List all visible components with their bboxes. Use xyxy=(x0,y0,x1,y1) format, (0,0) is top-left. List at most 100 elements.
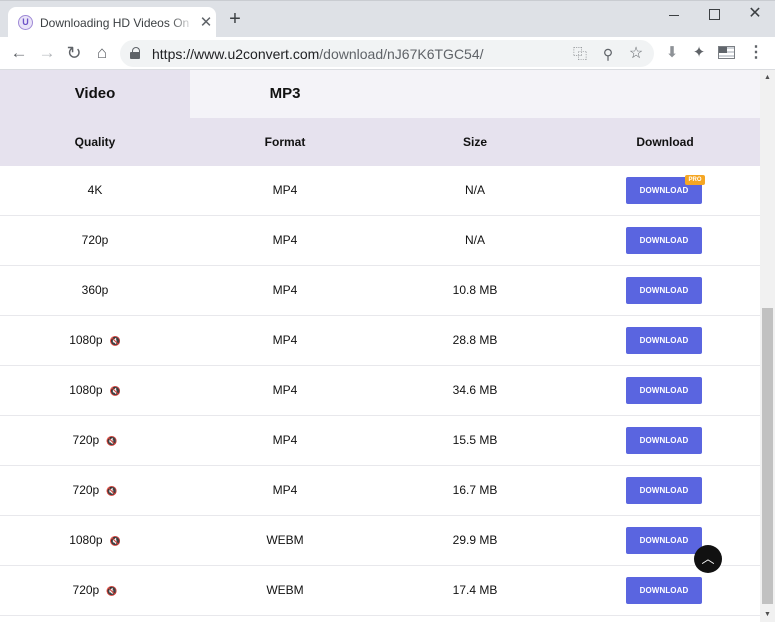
lock-icon[interactable] xyxy=(130,47,140,59)
table-header: Quality Format Size Download xyxy=(0,118,760,166)
close-tab-icon[interactable]: ✕ xyxy=(198,15,214,31)
muted-speaker-icon: 🔇 xyxy=(109,386,121,396)
pro-badge: PRO xyxy=(685,175,705,185)
size-cell: N/A xyxy=(464,233,485,247)
header-format: Format xyxy=(264,135,306,149)
quality-label: 1080p xyxy=(69,333,103,347)
muted-speaker-icon: 🔇 xyxy=(109,536,121,546)
download-cell: DOWNLOAD PRO xyxy=(570,166,760,215)
tab-mp3[interactable]: MP3 xyxy=(190,70,380,118)
format-cell: WEBM xyxy=(266,583,304,597)
table-row: 720p MP4 N/A DOWNLOAD xyxy=(0,216,760,266)
size-cell: 16.7 MB xyxy=(452,483,498,497)
muted-speaker-icon: 🔇 xyxy=(109,336,121,346)
extension-flag-icon[interactable] xyxy=(715,42,737,64)
header-quality: Quality xyxy=(74,135,116,149)
kebab-menu-icon[interactable]: ⋮ xyxy=(745,42,767,64)
back-icon[interactable]: ← xyxy=(8,42,30,64)
download-cell: DOWNLOAD xyxy=(570,516,760,565)
quality-cell: 720p xyxy=(0,216,190,265)
download-cell: DOWNLOAD xyxy=(570,366,760,415)
format-cell: WEBM xyxy=(266,533,304,547)
size-cell: 15.5 MB xyxy=(452,433,498,447)
quality-cell: 4K xyxy=(0,166,190,215)
download-button[interactable]: DOWNLOAD xyxy=(626,227,702,254)
scrollbar-thumb[interactable] xyxy=(762,308,773,604)
translate-icon[interactable]: ⿻ xyxy=(570,44,590,64)
quality-cell: 720p 🔇 xyxy=(0,416,190,465)
url-text[interactable]: https://www.u2convert.com/download/nJ67K… xyxy=(152,46,484,62)
download-cell: DOWNLOAD xyxy=(570,216,760,265)
forward-icon[interactable]: → xyxy=(36,42,58,64)
window-close-button[interactable]: ✕ xyxy=(741,5,769,25)
tab-title: Downloading HD Videos Online xyxy=(40,16,190,30)
site-favicon-icon: U xyxy=(18,15,33,30)
puzzle-icon[interactable]: ✦ xyxy=(688,42,710,64)
quality-label: 1080p xyxy=(69,533,103,547)
quality-label: 720p xyxy=(72,483,100,497)
format-cell: MP4 xyxy=(272,483,298,497)
download-button[interactable]: DOWNLOAD xyxy=(626,477,702,504)
page-content: Video MP3 Quality Format Size Download 4… xyxy=(0,70,760,622)
address-bar[interactable]: https://www.u2convert.com/download/nJ67K… xyxy=(120,40,654,67)
download-button[interactable]: DOWNLOAD xyxy=(626,427,702,454)
tab-video[interactable]: Video xyxy=(0,70,190,118)
download-cell: DOWNLOAD xyxy=(570,316,760,365)
quality-cell: 1080p 🔇 xyxy=(0,516,190,565)
table-row: 1080p 🔇 MP4 28.8 MB DOWNLOAD xyxy=(0,316,760,366)
scroll-down-arrow-icon[interactable]: ▼ xyxy=(760,607,775,622)
flag-glyph xyxy=(718,46,735,59)
download-button[interactable]: DOWNLOAD xyxy=(626,577,702,604)
size-cell: 10.8 MB xyxy=(452,283,498,297)
chevron-up-icon: ︿ xyxy=(701,551,715,566)
new-tab-button[interactable]: + xyxy=(225,9,245,30)
download-cell: DOWNLOAD xyxy=(570,416,760,465)
table-row: 720p 🔇 MP4 15.5 MB DOWNLOAD xyxy=(0,416,760,466)
quality-cell: 1080p 🔇 xyxy=(0,316,190,365)
table-row: 720p 🔇 MP4 16.7 MB DOWNLOAD xyxy=(0,466,760,516)
format-cell: MP4 xyxy=(272,233,298,247)
download-cell: DOWNLOAD xyxy=(570,266,760,315)
size-cell: 29.9 MB xyxy=(452,533,498,547)
star-icon[interactable]: ☆ xyxy=(626,44,646,64)
table-row: 720p 🔇 WEBM 17.4 MB DOWNLOAD xyxy=(0,566,760,616)
scroll-to-top-button[interactable]: ︿ xyxy=(694,545,722,573)
quality-cell: 360p xyxy=(0,266,190,315)
header-download: Download xyxy=(636,135,694,149)
home-icon[interactable]: ⌂ xyxy=(91,42,113,64)
table-row: 1080p 🔇 WEBM 29.9 MB DOWNLOAD xyxy=(0,516,760,566)
quality-cell: 720p 🔇 xyxy=(0,466,190,515)
url-host: https://www.u2convert.com xyxy=(152,46,320,62)
format-cell: MP4 xyxy=(272,383,298,397)
browser-tabstrip: U Downloading HD Videos Online ✕ + ✕ xyxy=(0,0,775,38)
reload-icon[interactable]: ↻ xyxy=(63,42,85,64)
size-cell: 34.6 MB xyxy=(452,383,498,397)
browser-tab[interactable]: U Downloading HD Videos Online ✕ xyxy=(8,7,216,38)
download-icon[interactable]: ⬇ xyxy=(661,42,683,64)
size-cell: N/A xyxy=(464,183,485,197)
download-button[interactable]: DOWNLOAD xyxy=(626,277,702,304)
quality-cell: 1080p 🔇 xyxy=(0,366,190,415)
zoom-icon[interactable]: ⚲ xyxy=(598,44,618,64)
quality-label: 720p xyxy=(81,233,109,247)
size-cell: 17.4 MB xyxy=(452,583,498,597)
muted-speaker-icon: 🔇 xyxy=(106,436,118,446)
window-maximize-button[interactable] xyxy=(700,5,728,25)
quality-label: 360p xyxy=(81,283,109,297)
download-button[interactable]: DOWNLOAD xyxy=(626,327,702,354)
size-cell: 28.8 MB xyxy=(452,333,498,347)
format-tabs: Video MP3 xyxy=(0,70,760,118)
table-row: 4K MP4 N/A DOWNLOAD PRO xyxy=(0,166,760,216)
table-row: 360p MP4 10.8 MB DOWNLOAD xyxy=(0,266,760,316)
format-cell: MP4 xyxy=(272,433,298,447)
download-button[interactable]: DOWNLOAD xyxy=(626,527,702,554)
page-scrollbar[interactable]: ▲ ▼ xyxy=(760,70,775,622)
quality-label: 720p xyxy=(72,583,100,597)
format-cell: MP4 xyxy=(272,333,298,347)
format-cell: MP4 xyxy=(272,183,298,197)
scroll-up-arrow-icon[interactable]: ▲ xyxy=(760,70,775,85)
quality-label: 1080p xyxy=(69,383,103,397)
header-size: Size xyxy=(462,135,487,149)
download-button[interactable]: DOWNLOAD xyxy=(626,377,702,404)
window-minimize-button[interactable] xyxy=(660,5,688,25)
